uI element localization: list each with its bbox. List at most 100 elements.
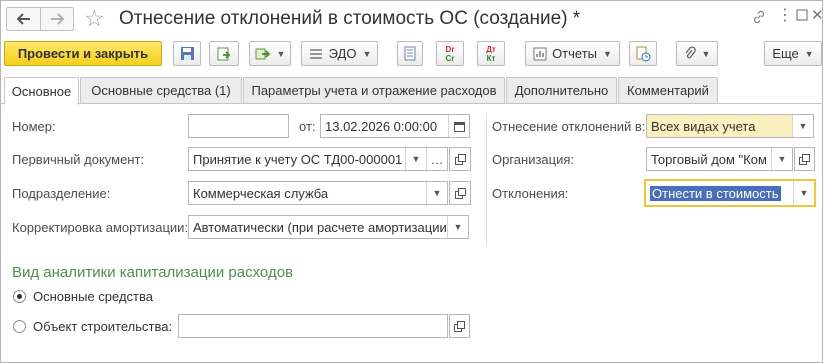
dropdown-arrow-icon: ▼: [804, 48, 814, 59]
date-value: 13.02.2026 0:00:00: [325, 118, 438, 134]
paperclip-icon: [685, 46, 696, 59]
open-primary-document-button[interactable]: [449, 147, 471, 171]
date-input[interactable]: 13.02.2026 0:00:00: [320, 114, 470, 138]
open-window-icon: [799, 153, 810, 165]
open-window-icon: [454, 187, 466, 199]
close-icon[interactable]: ✕: [811, 7, 824, 25]
dropdown-button[interactable]: ▼: [771, 148, 792, 170]
dropdown-button[interactable]: ▼: [792, 115, 813, 137]
organization-field[interactable]: Торговый дом "Ком ▼: [646, 147, 793, 171]
edo-label: ЭДО: [328, 46, 357, 61]
radio-fixed-assets[interactable]: [13, 290, 26, 303]
open-window-icon: [454, 320, 465, 332]
print-list-button[interactable]: [397, 41, 423, 66]
amortization-value: Автоматически (при расчете амортизации): [193, 219, 447, 235]
navigation-group: [6, 7, 74, 31]
tab-label: Комментарий: [627, 83, 709, 98]
post-and-close-label: Провести и закрыть: [17, 46, 149, 61]
number-label: Номер:: [12, 119, 56, 134]
post-document-icon: [217, 47, 231, 60]
more-button[interactable]: Еще ▼: [764, 41, 822, 66]
primary-document-label: Первичный документ:: [12, 152, 145, 167]
link-icon[interactable]: [751, 9, 767, 30]
more-vertical-icon[interactable]: ⋮: [777, 7, 793, 25]
date-from-label: от:: [299, 119, 316, 134]
deviations-value: Отнести в стоимость: [650, 185, 781, 201]
tab-main[interactable]: Основное: [4, 77, 79, 105]
edo-icon: [309, 48, 322, 59]
deviations-select[interactable]: Отнести в стоимость ▼: [644, 179, 816, 207]
dropdown-arrow-icon: ▼: [276, 48, 286, 59]
capitalization-section-title: Вид аналитики капитализации расходов: [12, 264, 294, 281]
journal-clock-icon: [636, 46, 651, 61]
arrow-left-icon: [16, 13, 30, 25]
dr-cr-button[interactable]: Dr Cr: [436, 41, 464, 66]
open-construction-object-button[interactable]: [449, 314, 470, 338]
list-document-icon: [404, 46, 416, 61]
dt-kt-button[interactable]: Дт Кт: [477, 41, 505, 66]
dropdown-button[interactable]: ▼: [793, 181, 814, 205]
organization-value: Торговый дом "Ком: [651, 151, 767, 167]
create-based-on-button[interactable]: ▼: [249, 41, 291, 66]
dropdown-button[interactable]: ▼: [447, 216, 468, 238]
maximize-icon[interactable]: [796, 8, 808, 26]
arrow-right-icon: [51, 13, 64, 25]
primary-document-value: Принятие к учету ОС ТД00-000001 от: [193, 151, 405, 167]
division-label: Подразделение:: [12, 186, 111, 201]
dropdown-button[interactable]: ▼: [405, 148, 426, 170]
post-and-close-button[interactable]: Провести и закрыть: [4, 41, 162, 66]
cr-label: Cr: [445, 53, 455, 63]
radio-construction-object[interactable]: [13, 320, 26, 333]
tab-fixed-assets[interactable]: Основные средства (1): [80, 77, 242, 104]
kt-label: Кт: [486, 53, 496, 63]
number-input[interactable]: [188, 114, 289, 138]
reports-icon: [533, 47, 547, 60]
favorite-star-icon[interactable]: ☆: [84, 4, 105, 32]
division-field[interactable]: Коммерческая служба ▼: [188, 181, 448, 205]
tab-accounting-parameters[interactable]: Параметры учета и отражение расходов: [243, 77, 505, 104]
tab-label: Основное: [11, 83, 72, 99]
tab-label: Основные средства (1): [91, 83, 231, 98]
back-button[interactable]: [7, 8, 40, 30]
radio-fixed-assets-label[interactable]: Основные средства: [33, 289, 153, 305]
allocation-select[interactable]: Всех видах учета ▼: [646, 114, 814, 138]
floppy-disk-icon: [180, 47, 194, 60]
deviations-label: Отклонения:: [492, 186, 569, 201]
reports-button[interactable]: Отчеты ▼: [525, 41, 620, 66]
edo-button[interactable]: ЭДО ▼: [301, 41, 378, 66]
calendar-icon: [453, 121, 465, 132]
allocation-label: Отнесение отклонений в:: [492, 119, 646, 134]
division-value: Коммерческая служба: [193, 185, 329, 201]
tab-label: Дополнительно: [514, 83, 609, 98]
create-based-on-icon: [255, 48, 270, 59]
tab-label: Параметры учета и отражение расходов: [251, 83, 497, 98]
attach-files-button[interactable]: ▼: [676, 41, 718, 66]
calendar-button[interactable]: [448, 115, 469, 137]
dropdown-arrow-icon: ▼: [701, 48, 711, 59]
dropdown-arrow-icon: ▼: [603, 48, 612, 59]
open-organization-button[interactable]: [794, 147, 815, 171]
primary-document-field[interactable]: Принятие к учету ОС ТД00-000001 от ▼ …: [188, 147, 448, 171]
allocation-value: Всех видах учета: [651, 118, 756, 134]
reports-label: Отчеты: [552, 46, 597, 61]
post-button[interactable]: [209, 41, 239, 66]
tab-comment[interactable]: Комментарий: [618, 77, 718, 104]
save-button[interactable]: [173, 41, 201, 66]
amortization-label: Корректировка амортизации:: [12, 220, 189, 235]
construction-object-field[interactable]: [178, 314, 448, 338]
amortization-select[interactable]: Автоматически (при расчете амортизации) …: [188, 215, 469, 239]
select-button[interactable]: …: [426, 148, 447, 170]
dropdown-arrow-icon: ▼: [362, 48, 372, 59]
dr-label: Dr: [445, 44, 455, 54]
open-division-button[interactable]: [449, 181, 471, 205]
forward-button[interactable]: [40, 8, 73, 30]
tab-additional[interactable]: Дополнительно: [506, 77, 617, 104]
more-label: Еще: [772, 46, 799, 61]
page-title: Отнесение отклонений в стоимость ОС (соз…: [119, 8, 581, 29]
document-journal-button[interactable]: [629, 41, 657, 66]
organization-label: Организация:: [492, 152, 575, 167]
radio-construction-object-label[interactable]: Объект строительства:: [33, 319, 172, 335]
dropdown-button[interactable]: ▼: [426, 182, 447, 204]
column-divider: [486, 114, 487, 245]
dt-label: Дт: [486, 44, 496, 54]
